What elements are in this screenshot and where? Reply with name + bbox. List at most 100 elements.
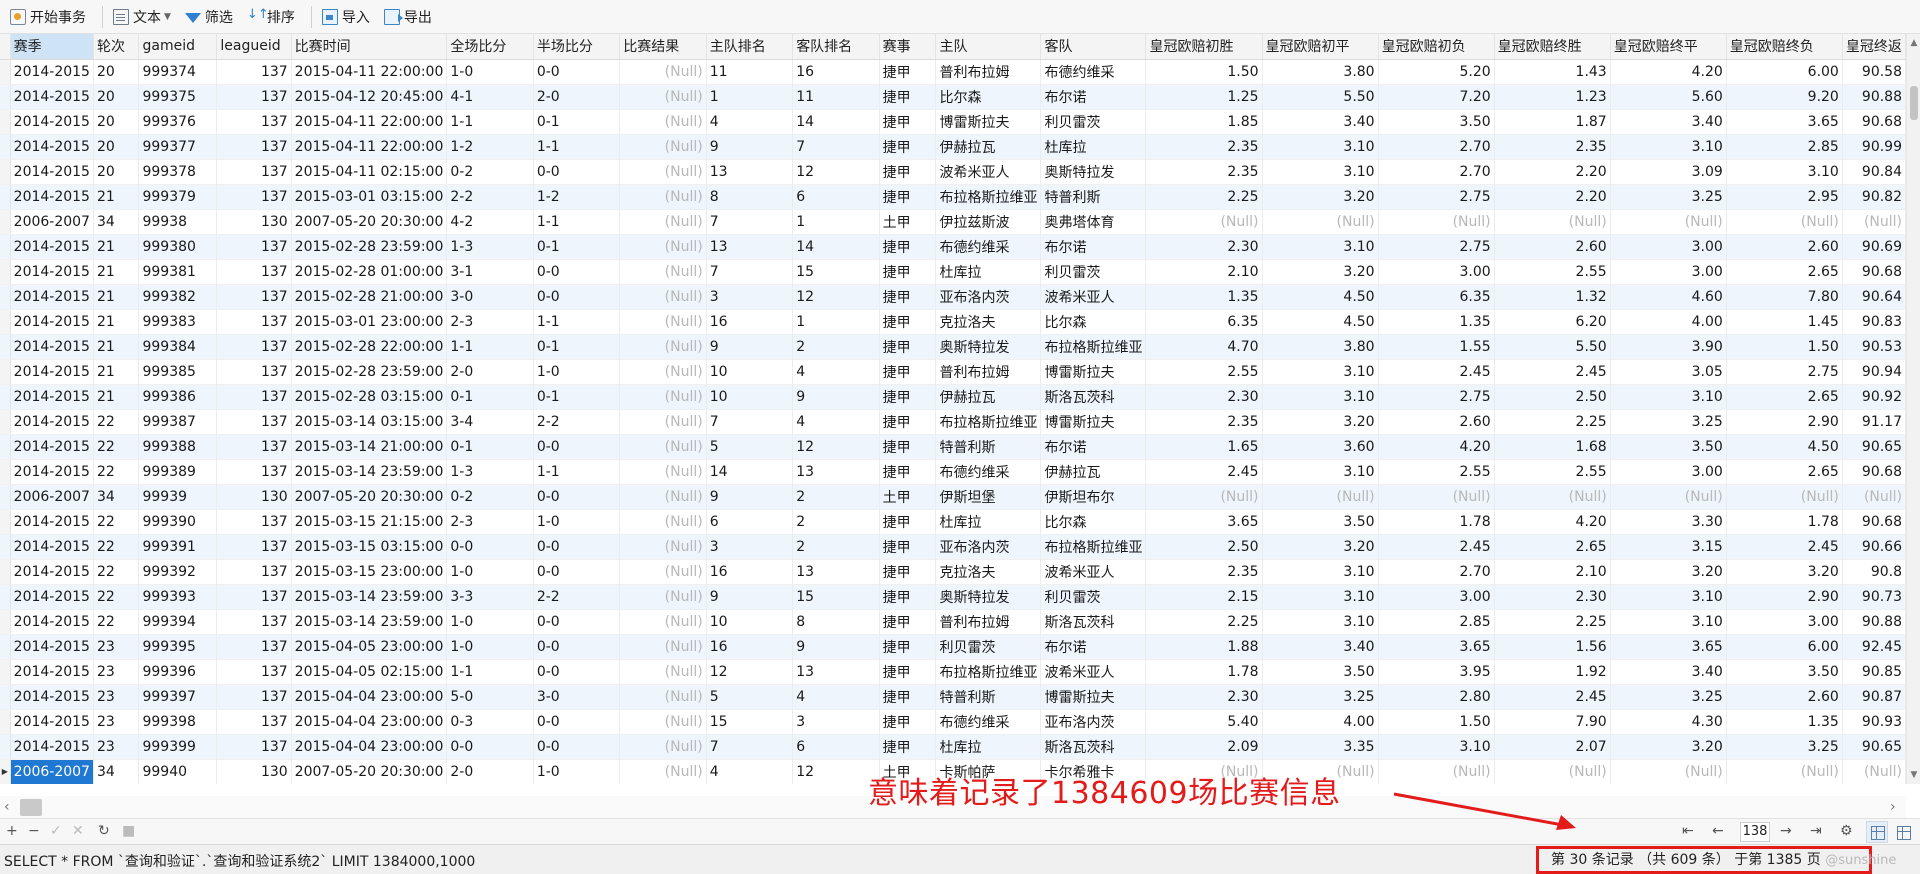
- table-cell[interactable]: 土甲: [879, 484, 937, 510]
- data-grid[interactable]: 赛季 轮次 gameid leagueid 比赛时间 全场比分 半场比分 比赛结果 主队排名 客队…: [0, 34, 1906, 784]
- table-cell[interactable]: (Null): [619, 434, 707, 460]
- table-cell[interactable]: 6: [792, 184, 880, 210]
- table-cell[interactable]: 137: [216, 559, 292, 585]
- table-cell[interactable]: 利贝雷茨: [1040, 259, 1147, 285]
- table-cell[interactable]: 9: [792, 634, 880, 660]
- table-cell[interactable]: (Null): [1726, 759, 1843, 784]
- table-cell[interactable]: 3.65: [1726, 109, 1843, 135]
- table-cell[interactable]: 21: [93, 259, 140, 285]
- table-cell[interactable]: 4.20: [1610, 59, 1727, 85]
- table-cell[interactable]: 22: [93, 459, 140, 485]
- table-cell[interactable]: 1: [792, 309, 880, 335]
- table-cell[interactable]: 3.25: [1262, 684, 1379, 710]
- table-cell[interactable]: 130: [216, 209, 292, 235]
- table-cell[interactable]: 999385: [138, 359, 218, 385]
- column-header[interactable]: gameid: [138, 34, 218, 60]
- first-page-icon[interactable]: ⇤: [1682, 823, 1694, 839]
- table-cell[interactable]: 博雷斯拉夫: [1040, 684, 1147, 710]
- table-cell[interactable]: 4: [706, 109, 794, 135]
- table-row[interactable]: 2014-2015 20 999377 137 2015-04-11 22:00:00 1…: [0, 134, 1906, 160]
- table-cell[interactable]: 3.00: [1726, 609, 1843, 635]
- table-cell[interactable]: 2014-2015: [10, 309, 94, 335]
- table-cell[interactable]: 999395: [138, 634, 218, 660]
- table-cell[interactable]: 99940: [138, 759, 218, 784]
- table-cell[interactable]: 2014-2015: [10, 234, 94, 260]
- table-cell[interactable]: 1: [792, 209, 880, 235]
- table-cell[interactable]: 布拉格斯拉维亚: [935, 184, 1042, 210]
- table-row[interactable]: 2014-2015 21 999380 137 2015-02-28 23:59:00 1…: [0, 234, 1906, 260]
- table-cell[interactable]: 捷甲: [879, 334, 937, 360]
- table-cell[interactable]: 5.50: [1262, 84, 1379, 110]
- table-cell[interactable]: 90.68: [1842, 459, 1906, 485]
- table-cell[interactable]: 布拉格斯拉维亚: [935, 659, 1042, 685]
- column-header[interactable]: 主队: [935, 34, 1042, 60]
- table-cell[interactable]: 3.10: [1262, 359, 1379, 385]
- table-cell[interactable]: 2.25: [1145, 609, 1263, 635]
- table-cell[interactable]: 3.20: [1262, 259, 1379, 285]
- table-cell[interactable]: 捷甲: [879, 84, 937, 110]
- table-cell[interactable]: 3.10: [1610, 609, 1727, 635]
- column-header[interactable]: 皇冠欧赔终平: [1610, 34, 1727, 60]
- table-cell[interactable]: 1.87: [1494, 109, 1611, 135]
- table-cell[interactable]: 11: [792, 84, 880, 110]
- table-cell[interactable]: 1.92: [1494, 659, 1611, 685]
- table-cell[interactable]: (Null): [1378, 484, 1495, 510]
- table-cell[interactable]: 1.35: [1145, 284, 1263, 310]
- table-cell[interactable]: 0-2: [446, 484, 534, 510]
- table-cell[interactable]: 2007-05-20 20:30:00: [291, 759, 448, 784]
- table-cell[interactable]: 2014-2015: [10, 284, 94, 310]
- vertical-scrollbar[interactable]: ▲ ▼: [1906, 34, 1920, 784]
- table-cell[interactable]: 137: [216, 709, 292, 735]
- table-cell[interactable]: 斯洛瓦茨科: [1040, 609, 1147, 635]
- table-cell[interactable]: 0-0: [533, 59, 621, 85]
- table-cell[interactable]: 137: [216, 609, 292, 635]
- table-cell[interactable]: 14: [792, 109, 880, 135]
- table-cell[interactable]: 1-1: [533, 459, 621, 485]
- table-cell[interactable]: 1.78: [1726, 509, 1843, 535]
- table-cell[interactable]: 7.90: [1494, 709, 1611, 735]
- table-cell[interactable]: 99938: [138, 209, 218, 235]
- table-cell[interactable]: 布德约维采: [1040, 59, 1147, 85]
- table-cell[interactable]: 999398: [138, 709, 218, 735]
- table-cell[interactable]: 4.30: [1610, 709, 1727, 735]
- table-cell[interactable]: 2014-2015: [10, 459, 94, 485]
- table-cell[interactable]: 3.00: [1610, 259, 1727, 285]
- table-cell[interactable]: 2015-02-28 23:59:00: [291, 234, 448, 260]
- table-cell[interactable]: 20: [93, 109, 140, 135]
- table-cell[interactable]: 999396: [138, 659, 218, 685]
- table-cell[interactable]: 6.00: [1726, 59, 1843, 85]
- table-cell[interactable]: 3.15: [1610, 534, 1727, 560]
- table-cell[interactable]: 3.10: [1610, 584, 1727, 610]
- table-cell[interactable]: 波希米亚人: [1040, 559, 1147, 585]
- page-number-input[interactable]: 138: [1740, 822, 1770, 842]
- table-cell[interactable]: (Null): [1726, 484, 1843, 510]
- table-cell[interactable]: 137: [216, 134, 292, 160]
- table-cell[interactable]: 7: [706, 209, 794, 235]
- table-cell[interactable]: 捷甲: [879, 709, 937, 735]
- table-cell[interactable]: 2.90: [1726, 584, 1843, 610]
- table-cell[interactable]: 4: [792, 409, 880, 435]
- table-cell[interactable]: 2015-04-11 22:00:00: [291, 59, 448, 85]
- table-row[interactable]: 2014-2015 21 999381 137 2015-02-28 01:00:00 3…: [0, 259, 1906, 285]
- table-cell[interactable]: 2.70: [1378, 159, 1495, 185]
- table-cell[interactable]: 4.60: [1610, 284, 1727, 310]
- table-cell[interactable]: 12: [792, 434, 880, 460]
- table-cell[interactable]: 1.32: [1494, 284, 1611, 310]
- table-row[interactable]: 2014-2015 22 999389 137 2015-03-14 23:59:00 1…: [0, 459, 1906, 485]
- table-cell[interactable]: 3.60: [1262, 434, 1379, 460]
- table-row[interactable]: 2006-2007 34 99939 130 2007-05-20 20:30:00 0-…: [0, 484, 1906, 510]
- table-cell[interactable]: 2.65: [1494, 534, 1611, 560]
- table-cell[interactable]: 90.68: [1842, 109, 1906, 135]
- table-cell[interactable]: (Null): [619, 109, 707, 135]
- table-cell[interactable]: 2006-2007: [10, 759, 94, 784]
- table-cell[interactable]: 1.55: [1378, 334, 1495, 360]
- table-cell[interactable]: 比尔森: [1040, 309, 1147, 335]
- table-cell[interactable]: (Null): [619, 234, 707, 260]
- table-cell[interactable]: 斯洛瓦茨科: [1040, 734, 1147, 760]
- begin-transaction-button[interactable]: 开始事务: [6, 4, 90, 30]
- table-cell[interactable]: 137: [216, 634, 292, 660]
- table-cell[interactable]: 3-4: [446, 409, 534, 435]
- table-cell[interactable]: 999377: [138, 134, 218, 160]
- table-cell[interactable]: 90.65: [1842, 434, 1906, 460]
- table-cell[interactable]: 3.20: [1726, 559, 1843, 585]
